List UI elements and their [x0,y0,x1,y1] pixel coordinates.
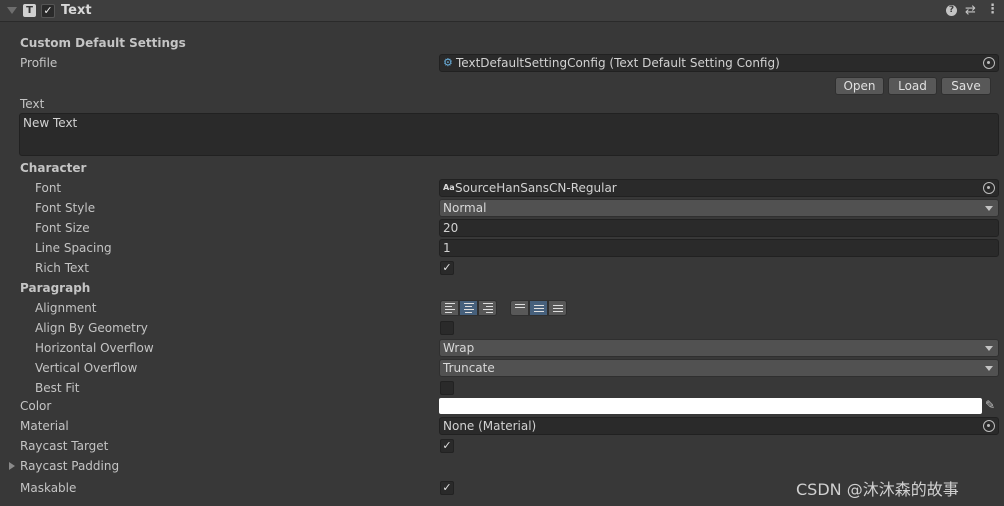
dropdown-arrow-icon [985,346,993,351]
watermark: CSDN @沐沐森的故事 [796,480,959,499]
align-top-button[interactable] [510,300,529,316]
font-style-value: Normal [443,201,487,215]
horizontal-overflow-dropdown[interactable]: Wrap [439,339,999,357]
line-spacing-input[interactable]: 1 [439,239,999,257]
dropdown-arrow-icon [985,206,993,211]
profile-field[interactable]: ⚙ TextDefaultSettingConfig (Text Default… [439,54,999,72]
align-top-icon [514,304,525,308]
component-title: Text [61,3,92,18]
font-style-dropdown[interactable]: Normal [439,199,999,217]
load-button[interactable]: Load [888,77,937,95]
profile-label: Profile [20,56,58,70]
maskable-label: Maskable [20,481,77,495]
best-fit-label: Best Fit [35,381,80,395]
vertical-overflow-value: Truncate [443,361,495,375]
save-button[interactable]: Save [941,77,991,95]
align-center-icon [463,303,474,313]
material-field[interactable]: None (Material) [439,417,999,435]
maskable-checkbox[interactable]: ✓ [440,481,454,495]
align-bottom-button[interactable] [548,300,567,316]
text-area[interactable]: New Text [19,113,999,156]
align-middle-icon [533,304,544,312]
paragraph-heading: Paragraph [20,281,91,295]
color-swatch[interactable] [439,398,982,414]
vertical-overflow-dropdown[interactable]: Truncate [439,359,999,377]
font-label: Font [35,181,62,195]
object-picker-icon[interactable] [983,57,995,69]
profile-value: TextDefaultSettingConfig (Text Default S… [456,56,780,70]
align-bottom-icon [552,305,563,312]
rich-text-checkbox[interactable]: ✓ [440,261,454,275]
align-middle-button[interactable] [529,300,548,316]
best-fit-checkbox[interactable] [440,381,454,395]
align-right-button[interactable] [478,300,497,316]
foldout-arrow-icon[interactable] [9,462,15,470]
dropdown-arrow-icon [985,366,993,371]
align-right-icon [482,303,493,313]
align-by-geometry-checkbox[interactable] [440,321,454,335]
rich-text-label: Rich Text [35,261,89,275]
character-heading: Character [20,161,87,175]
font-field[interactable]: Aa SourceHanSansCN-Regular [439,179,999,197]
enabled-checkbox[interactable]: ✓ [41,4,55,18]
font-style-label: Font Style [35,201,96,215]
align-left-button[interactable] [440,300,459,316]
line-spacing-label: Line Spacing [35,241,112,255]
object-picker-icon[interactable] [983,182,995,194]
more-menu-icon[interactable]: ⋮ [986,2,999,17]
align-center-button[interactable] [459,300,478,316]
font-size-input[interactable]: 20 [439,219,999,237]
alignment-label: Alignment [35,301,97,315]
color-label: Color [20,399,52,413]
text-label: Text [20,97,45,111]
align-left-icon [444,303,455,313]
material-value: None (Material) [443,419,537,433]
horizontal-overflow-value: Wrap [443,341,475,355]
foldout-arrow-icon[interactable] [7,7,17,14]
raycast-padding-foldout[interactable]: Raycast Padding [20,456,119,476]
open-button[interactable]: Open [835,77,884,95]
vertical-overflow-label: Vertical Overflow [35,361,138,375]
raycast-target-label: Raycast Target [20,439,109,453]
horizontal-overflow-label: Horizontal Overflow [35,341,154,355]
material-label: Material [20,419,69,433]
eyedropper-icon[interactable]: ✎ [985,398,995,412]
font-size-label: Font Size [35,221,90,235]
component-header: T ✓ Text ? ⇄ ⋮ [0,0,1004,22]
custom-default-settings-heading: Custom Default Settings [20,36,186,50]
font-asset-icon: Aa [443,183,455,192]
scriptable-object-icon: ⚙ [443,56,453,69]
help-icon[interactable]: ? [946,5,957,16]
object-picker-icon[interactable] [983,420,995,432]
align-by-geometry-label: Align By Geometry [35,321,148,335]
raycast-target-checkbox[interactable]: ✓ [440,439,454,453]
text-component-icon: T [23,4,36,17]
presets-icon[interactable]: ⇄ [965,3,976,18]
font-value: SourceHanSansCN-Regular [455,181,617,195]
